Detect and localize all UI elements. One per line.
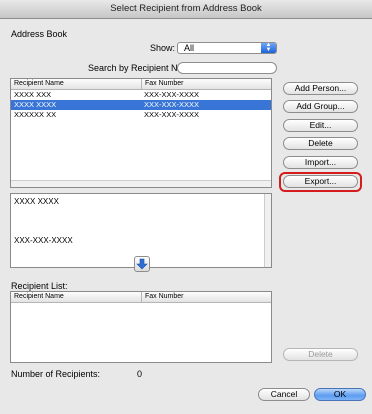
row-fax: XXX-XXX-XXXX	[144, 90, 200, 99]
add-group-button[interactable]: Add Group...	[283, 100, 358, 113]
cancel-button[interactable]: Cancel	[258, 388, 310, 401]
horizontal-scrollbar[interactable]	[11, 180, 271, 187]
add-person-button[interactable]: Add Person...	[283, 82, 358, 95]
recipient-count-value: 0	[137, 369, 143, 379]
table-header: Recipient Name Fax Number	[11, 292, 271, 303]
table-row[interactable]: XXXX XXX XXX-XXX-XXXX	[11, 90, 271, 100]
row-fax: XXX-XXX-XXXX	[144, 100, 200, 109]
export-highlight-outline	[279, 172, 362, 192]
import-button[interactable]: Import...	[283, 156, 358, 169]
row-name: XXXX XXX	[14, 90, 52, 99]
arrow-down-icon	[136, 258, 148, 270]
recipient-delete-button[interactable]: Delete	[283, 348, 358, 361]
vertical-scrollbar[interactable]	[264, 194, 271, 267]
edit-button[interactable]: Edit...	[283, 119, 358, 132]
delete-button[interactable]: Delete	[283, 137, 358, 150]
show-dropdown[interactable]: All ▲ ▼	[177, 42, 277, 54]
recipient-count-label: Number of Recipients:	[11, 369, 101, 379]
add-to-recipients-button[interactable]	[134, 256, 150, 272]
table-row-selected[interactable]: XXXX XXXX XXX-XXX-XXXX	[11, 100, 271, 110]
table-header: Recipient Name Fax Number	[11, 79, 271, 90]
search-input[interactable]	[177, 62, 277, 74]
window-title-bar: Select Recipient from Address Book	[0, 0, 372, 19]
row-name: XXXX XXXX	[14, 100, 57, 109]
ok-button[interactable]: OK	[314, 388, 366, 401]
show-label: Show:	[150, 43, 176, 53]
dropdown-arrows-icon: ▲ ▼	[261, 42, 276, 53]
row-name: XXXXXX XX	[14, 110, 57, 119]
detail-name: XXXX XXXX	[14, 197, 59, 206]
address-book-heading: Address Book	[11, 29, 68, 39]
table-row[interactable]: XXXXXX XX XXX-XXX-XXXX	[11, 110, 271, 120]
column-header-recipient-name[interactable]: Recipient Name	[14, 79, 64, 89]
column-header-recipient-name[interactable]: Recipient Name	[14, 292, 64, 302]
address-book-table[interactable]: Recipient Name Fax Number XXXX XXX XXX-X…	[10, 78, 272, 188]
column-header-fax-number[interactable]: Fax Number	[141, 292, 184, 302]
row-fax: XXX-XXX-XXXX	[144, 110, 200, 119]
dialog: Address Book Show: All ▲ ▼ Search by Reci…	[0, 19, 372, 414]
column-header-fax-number[interactable]: Fax Number	[141, 79, 184, 89]
detail-fax: XXX-XXX-XXXX	[14, 236, 73, 245]
show-dropdown-value: All	[184, 43, 195, 53]
window-title: Select Recipient from Address Book	[110, 3, 262, 14]
recipient-list-heading: Recipient List:	[11, 281, 68, 291]
recipient-list-table[interactable]: Recipient Name Fax Number	[10, 291, 272, 363]
